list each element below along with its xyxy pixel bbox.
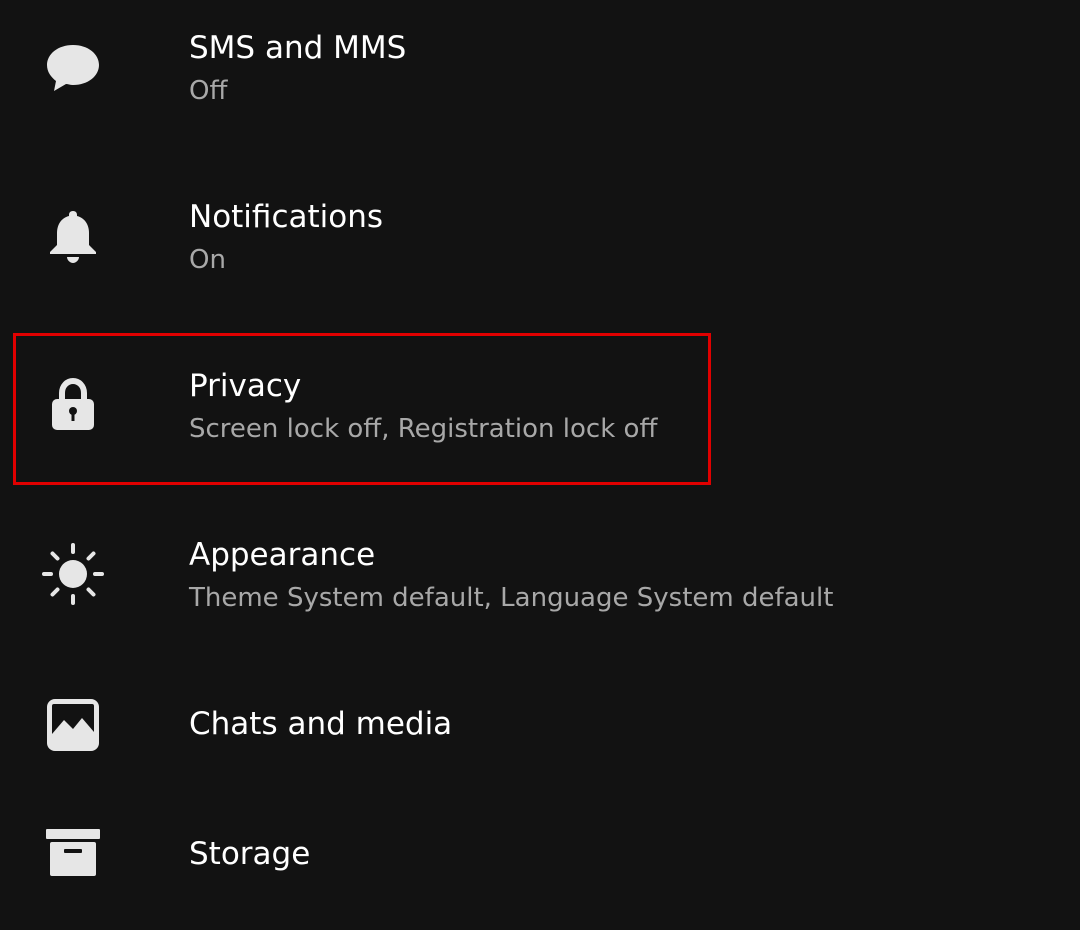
- settings-item-subtitle: Theme System default, Language System de…: [189, 583, 834, 613]
- settings-item-subtitle: On: [189, 245, 226, 275]
- sun-icon: [42, 543, 104, 605]
- settings-item-subtitle: Off: [189, 76, 228, 106]
- bell-icon: [42, 205, 104, 267]
- settings-item-storage[interactable]: Storage: [0, 800, 1080, 930]
- settings-item-title: Storage: [189, 836, 311, 872]
- settings-item-title: Chats and media: [189, 706, 453, 742]
- image-icon: [42, 694, 104, 756]
- archive-box-icon: [42, 822, 104, 884]
- settings-item-sms-and-mms[interactable]: SMS and MMS Off: [0, 0, 1080, 169]
- settings-item-subtitle: Screen lock off, Registration lock off: [189, 414, 658, 444]
- lock-icon: [42, 374, 104, 436]
- settings-item-privacy[interactable]: Privacy Screen lock off, Registration lo…: [0, 338, 1080, 507]
- settings-item-title: Appearance: [189, 537, 376, 573]
- settings-item-title: SMS and MMS: [189, 30, 407, 66]
- settings-item-notifications[interactable]: Notifications On: [0, 169, 1080, 338]
- settings-item-title: Privacy: [189, 368, 302, 404]
- settings-list: SMS and MMS Off Notifications On Privacy…: [0, 0, 1080, 930]
- chat-bubble-icon: [42, 36, 104, 98]
- settings-item-appearance[interactable]: Appearance Theme System default, Languag…: [0, 507, 1080, 676]
- settings-item-title: Notifications: [189, 199, 384, 235]
